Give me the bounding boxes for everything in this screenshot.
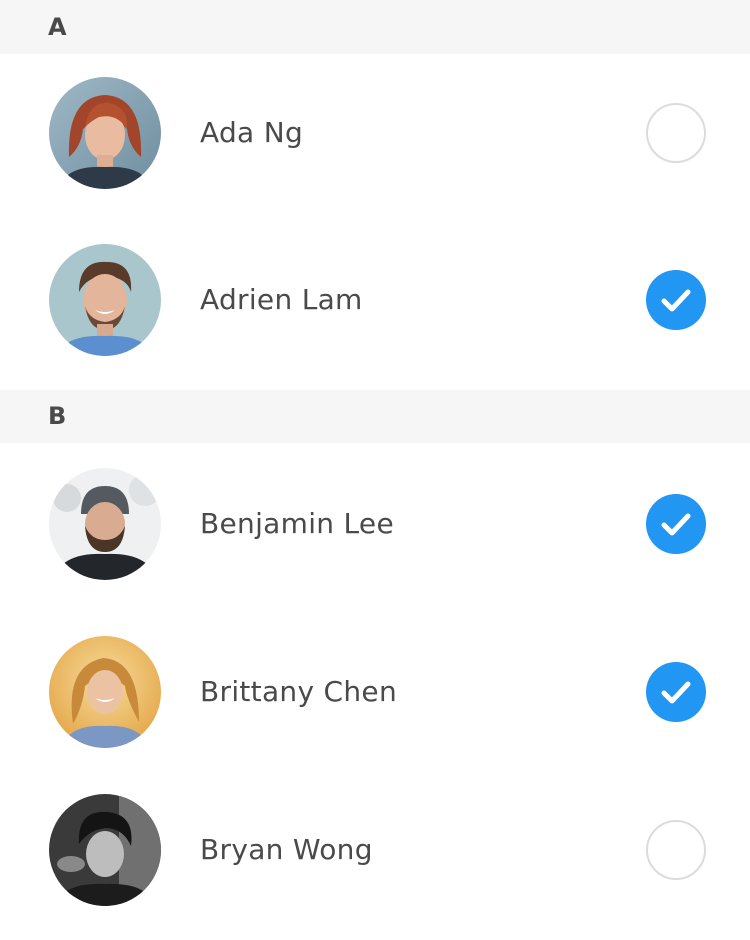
- section-letter: A: [48, 13, 67, 41]
- avatar: [49, 77, 161, 189]
- checkmark-icon: [661, 681, 691, 704]
- avatar: [49, 794, 161, 906]
- contact-name: Bryan Wong: [200, 833, 373, 866]
- section-header-a: A: [0, 0, 750, 54]
- avatar: [49, 636, 161, 748]
- contact-row[interactable]: Adrien Lam: [0, 244, 750, 356]
- contact-name: Ada Ng: [200, 116, 304, 149]
- checkmark-icon: [661, 289, 691, 312]
- checkmark-icon: [661, 513, 691, 536]
- select-checkbox[interactable]: [646, 820, 706, 880]
- select-checkbox[interactable]: [646, 270, 706, 330]
- section-header-b: B: [0, 390, 750, 443]
- select-checkbox[interactable]: [646, 662, 706, 722]
- avatar: [49, 468, 161, 580]
- contact-row[interactable]: Brittany Chen: [0, 636, 750, 748]
- contact-name: Adrien Lam: [200, 283, 363, 316]
- section-letter: B: [48, 402, 67, 430]
- avatar: [49, 244, 161, 356]
- contact-row[interactable]: Bryan Wong: [0, 794, 750, 906]
- contact-name: Brittany Chen: [200, 675, 398, 708]
- select-checkbox[interactable]: [646, 103, 706, 163]
- contact-name: Benjamin Lee: [200, 507, 394, 540]
- contact-row[interactable]: Benjamin Lee: [0, 468, 750, 580]
- select-checkbox[interactable]: [646, 494, 706, 554]
- contact-row[interactable]: Ada Ng: [0, 77, 750, 189]
